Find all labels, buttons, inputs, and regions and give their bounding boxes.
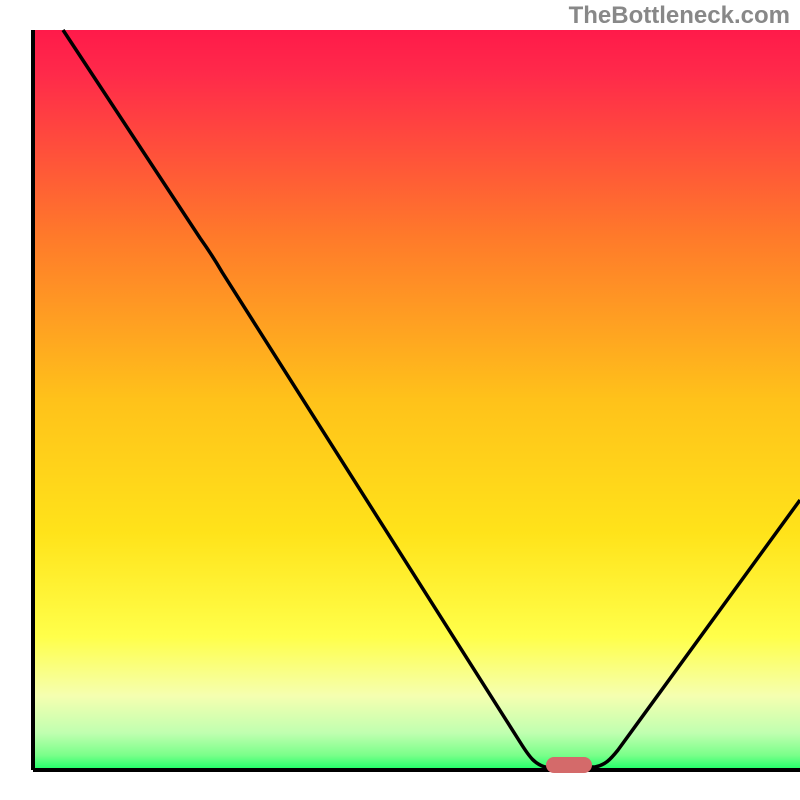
optimal-marker <box>546 757 592 773</box>
bottleneck-chart <box>0 0 800 800</box>
watermark-text: TheBottleneck.com <box>569 2 790 30</box>
chart-container: TheBottleneck.com <box>0 0 800 800</box>
